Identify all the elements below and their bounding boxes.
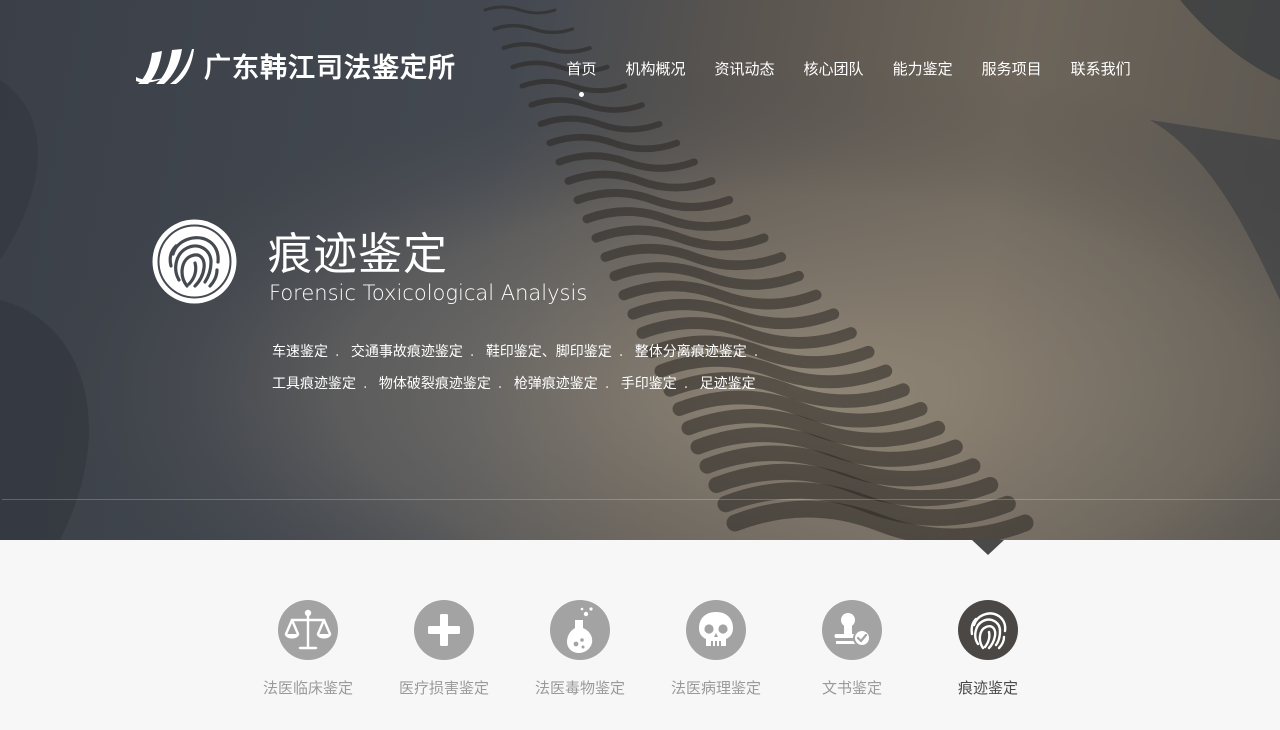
tag-item: 足迹鉴定 [699, 376, 756, 392]
service-label: 文书鉴定 [821, 679, 882, 697]
hero-divider-line [2, 499, 1280, 500]
hero-title: 痕迹鉴定 [268, 229, 448, 280]
service-label: 法医临床鉴定 [262, 679, 353, 697]
service-list: 法医临床鉴定 医疗损害鉴定 法医毒物鉴定 法医病理鉴定 文书鉴定 痕迹鉴定 [240, 600, 1056, 698]
tag-item: 手印鉴定 [620, 376, 677, 392]
site-logo[interactable]: 广东韩江司法鉴定所 [136, 46, 456, 85]
service-label: 痕迹鉴定 [957, 679, 1018, 697]
tag-item: 车速鉴定 [272, 344, 328, 360]
tag-item: 整体分离痕迹鉴定 [634, 344, 747, 360]
flask-icon [550, 600, 610, 660]
tag-item: 物体破裂痕迹鉴定 [378, 376, 491, 392]
nav-item-home[interactable]: 首页 [552, 58, 611, 97]
nav-item-about[interactable]: 机构概况 [611, 58, 700, 79]
service-item-document[interactable]: 文书鉴定 [784, 600, 920, 698]
hero-tag-list: 车速鉴定. 交通事故痕迹鉴定. 鞋印鉴定、脚印鉴定. 整体分离痕迹鉴定. 工具痕… [272, 336, 832, 400]
service-item-toxicology[interactable]: 法医毒物鉴定 [512, 600, 648, 698]
service-item-trace[interactable]: 痕迹鉴定 [920, 600, 1056, 698]
service-label: 法医毒物鉴定 [534, 679, 625, 697]
tag-line-1: 车速鉴定. 交通事故痕迹鉴定. 鞋印鉴定、脚印鉴定. 整体分离痕迹鉴定. [272, 344, 759, 360]
nav-item-services[interactable]: 服务项目 [967, 58, 1056, 79]
document-stamp-icon [822, 600, 882, 660]
hero-banner: 广东韩江司法鉴定所 首页 机构概况 资讯动态 核心团队 能力鉴定 服务项目 联系… [0, 0, 1280, 540]
tag-item: 枪弹痕迹鉴定 [513, 376, 598, 392]
service-item-clinical[interactable]: 法医临床鉴定 [240, 600, 376, 698]
nav-item-capability[interactable]: 能力鉴定 [878, 58, 967, 79]
tag-item: 鞋印鉴定、脚印鉴定 [485, 344, 612, 360]
fingerprint-icon [152, 219, 237, 304]
site-name: 广东韩江司法鉴定所 [204, 53, 456, 84]
logo-mark-icon [136, 48, 194, 84]
service-label: 医疗损害鉴定 [398, 679, 489, 697]
tag-item: 交通事故痕迹鉴定 [350, 344, 463, 360]
service-item-medical[interactable]: 医疗损害鉴定 [376, 600, 512, 698]
skull-icon [686, 600, 746, 660]
service-item-pathology[interactable]: 法医病理鉴定 [648, 600, 784, 698]
hero-subtitle: Forensic Toxicological Analysis [269, 281, 588, 305]
scales-icon [278, 600, 338, 660]
service-label: 法医病理鉴定 [670, 679, 761, 697]
active-service-pointer [972, 540, 1004, 555]
tag-item: 工具痕迹鉴定 [272, 376, 356, 392]
tag-line-2: 工具痕迹鉴定. 物体破裂痕迹鉴定. 枪弹痕迹鉴定. 手印鉴定. 足迹鉴定 [272, 376, 756, 392]
nav-item-news[interactable]: 资讯动态 [700, 58, 789, 79]
fingerprint-icon [958, 600, 1018, 660]
medical-cross-icon [414, 600, 474, 660]
nav-item-team[interactable]: 核心团队 [789, 58, 878, 79]
nav-item-contact[interactable]: 联系我们 [1056, 58, 1145, 79]
main-nav: 首页 机构概况 资讯动态 核心团队 能力鉴定 服务项目 联系我们 [552, 58, 1145, 97]
